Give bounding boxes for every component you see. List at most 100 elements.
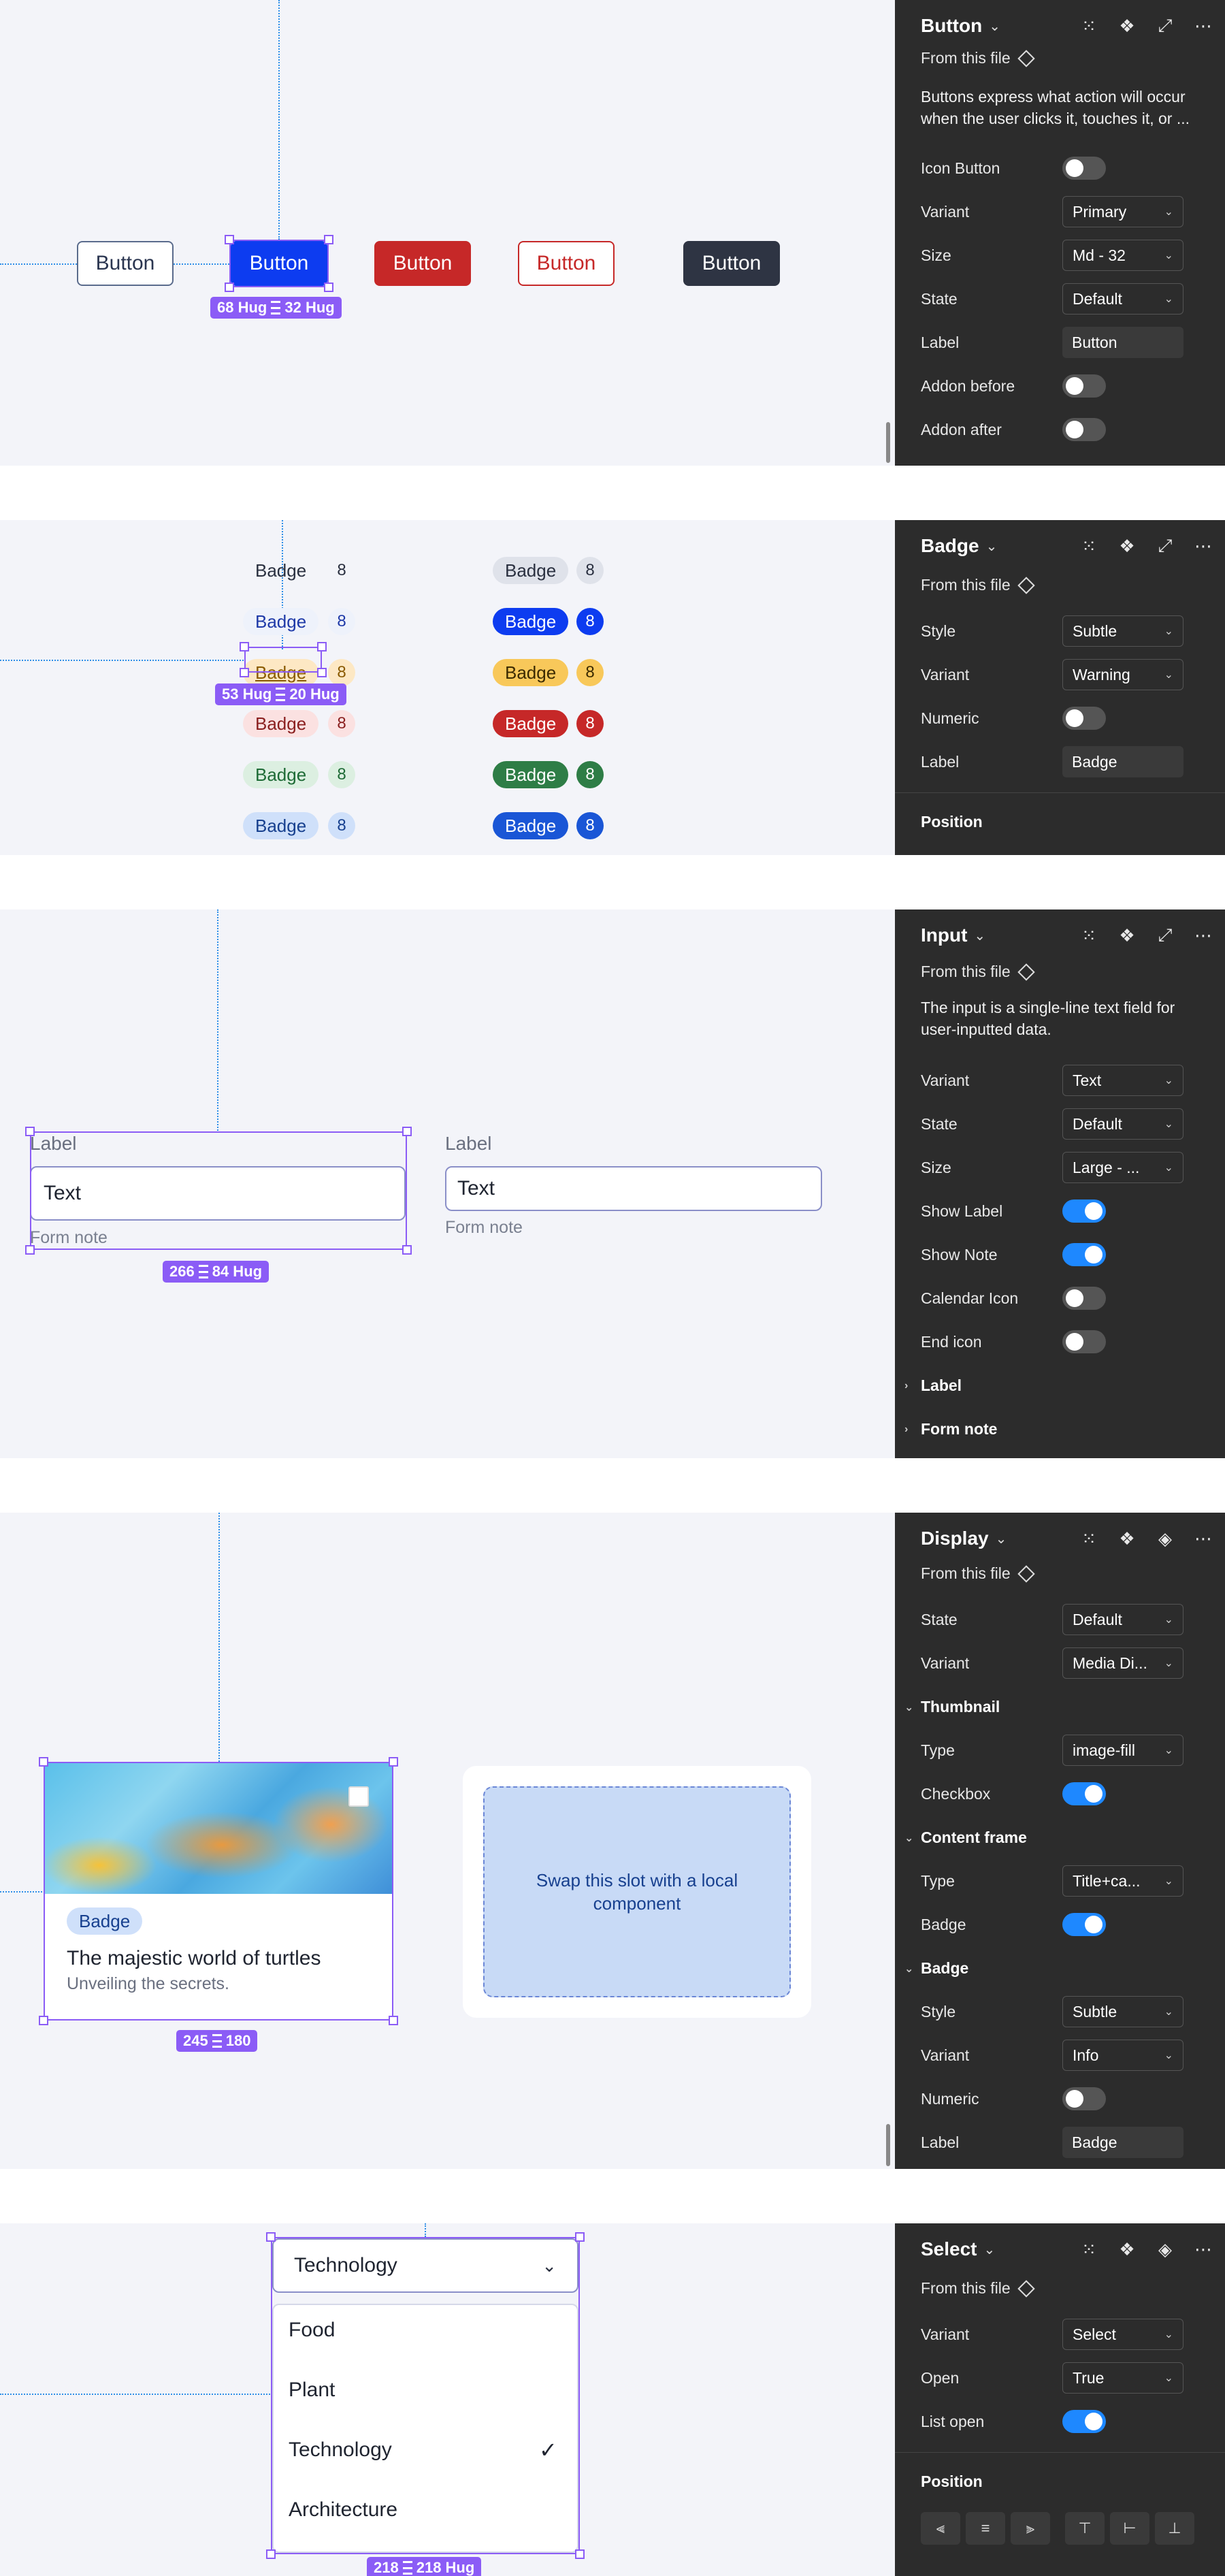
- state-dropdown[interactable]: Default ⌄: [1062, 283, 1183, 315]
- detach-icon[interactable]: ⤢: [1155, 535, 1175, 557]
- grid-icon[interactable]: ⁙: [1079, 1528, 1099, 1549]
- panel-title[interactable]: Badge: [921, 535, 979, 557]
- show-note-toggle[interactable]: [1062, 1243, 1106, 1266]
- resize-handle[interactable]: [389, 2016, 398, 2025]
- calendar-icon-toggle[interactable]: [1062, 1287, 1106, 1310]
- numeric-toggle[interactable]: [1062, 707, 1106, 730]
- chevron-down-icon[interactable]: ⌄: [986, 538, 998, 555]
- size-dropdown[interactable]: Large - ... ⌄: [1062, 1152, 1183, 1183]
- variant-dropdown[interactable]: Media Di... ⌄: [1062, 1647, 1183, 1679]
- instance-icon[interactable]: ◈: [1155, 1528, 1175, 1549]
- panel-title[interactable]: Select: [921, 2238, 977, 2260]
- resize-handle[interactable]: [39, 2016, 48, 2025]
- resize-handle[interactable]: [324, 283, 333, 292]
- text-input[interactable]: Text: [445, 1166, 822, 1211]
- more-icon[interactable]: ⋯: [1193, 2239, 1213, 2260]
- more-icon[interactable]: ⋯: [1193, 1528, 1213, 1549]
- form-note-section[interactable]: › Form note: [904, 1420, 997, 1438]
- list-open-toggle[interactable]: [1062, 2410, 1106, 2433]
- resize-handle[interactable]: [575, 2232, 585, 2242]
- align-top-icon[interactable]: ⊤: [1065, 2512, 1105, 2545]
- resize-handle[interactable]: [266, 2549, 276, 2559]
- align-right-icon[interactable]: ⫸: [1011, 2512, 1050, 2545]
- button-outline[interactable]: Button: [77, 241, 174, 286]
- resize-handle[interactable]: [317, 642, 327, 651]
- more-icon[interactable]: ⋯: [1193, 925, 1213, 946]
- detach-icon[interactable]: ⤢: [1155, 15, 1175, 37]
- badge-toggle[interactable]: [1062, 1913, 1106, 1936]
- chevron-down-icon[interactable]: ⌄: [989, 18, 1000, 35]
- position-section[interactable]: Position: [921, 813, 983, 831]
- grid-icon[interactable]: ⁙: [1079, 2239, 1099, 2260]
- label-text-field[interactable]: Badge: [1062, 2127, 1183, 2158]
- checkbox-toggle[interactable]: [1062, 1782, 1106, 1805]
- resize-handle[interactable]: [324, 235, 333, 244]
- component-icon[interactable]: ❖: [1117, 16, 1137, 37]
- more-icon[interactable]: ⋯: [1193, 536, 1213, 557]
- chevron-down-icon[interactable]: ⌄: [996, 1530, 1007, 1547]
- canvas-scrollbar[interactable]: [886, 422, 890, 463]
- style-dropdown[interactable]: Subtle ⌄: [1062, 1996, 1183, 2027]
- from-this-file[interactable]: From this file: [921, 1564, 1035, 1583]
- resize-handle[interactable]: [402, 1127, 412, 1136]
- instance-icon[interactable]: ◈: [1155, 2239, 1175, 2260]
- detach-icon[interactable]: ⤢: [1155, 924, 1175, 946]
- resize-handle[interactable]: [25, 1245, 35, 1255]
- label-section[interactable]: › Label: [904, 1376, 962, 1395]
- end-icon-toggle[interactable]: [1062, 1330, 1106, 1353]
- align-bottom-icon[interactable]: ⊥: [1155, 2512, 1194, 2545]
- resize-handle[interactable]: [39, 1757, 48, 1767]
- variant-dropdown[interactable]: Text ⌄: [1062, 1065, 1183, 1096]
- align-middle-icon[interactable]: ⊢: [1110, 2512, 1149, 2545]
- resize-handle[interactable]: [240, 668, 249, 677]
- addon-before-toggle[interactable]: [1062, 374, 1106, 398]
- state-dropdown[interactable]: Default ⌄: [1062, 1108, 1183, 1140]
- resize-handle[interactable]: [575, 2549, 585, 2559]
- panel-title[interactable]: Display: [921, 1528, 989, 1549]
- label-text-field[interactable]: Button: [1062, 327, 1183, 358]
- from-this-file[interactable]: From this file: [921, 2279, 1035, 2298]
- panel-title[interactable]: Button: [921, 15, 982, 37]
- style-dropdown[interactable]: Subtle ⌄: [1062, 615, 1183, 647]
- chevron-down-icon[interactable]: ⌄: [974, 927, 985, 944]
- resize-handle[interactable]: [389, 1757, 398, 1767]
- icon-button-toggle[interactable]: [1062, 157, 1106, 180]
- size-dropdown[interactable]: Md - 32 ⌄: [1062, 240, 1183, 271]
- thumbnail-section[interactable]: ⌄ Thumbnail: [904, 1698, 1000, 1716]
- type-dropdown[interactable]: image-fill ⌄: [1062, 1735, 1183, 1766]
- align-center-icon[interactable]: ≡: [966, 2512, 1005, 2545]
- type-dropdown[interactable]: Title+ca... ⌄: [1062, 1865, 1183, 1897]
- position-section[interactable]: Position: [921, 2473, 983, 2491]
- grid-icon[interactable]: ⁙: [1079, 16, 1099, 37]
- from-this-file[interactable]: From this file: [921, 576, 1035, 594]
- content-frame-section[interactable]: ⌄ Content frame: [904, 1829, 1027, 1847]
- slot-placeholder[interactable]: Swap this slot with a local component: [483, 1786, 791, 1997]
- open-dropdown[interactable]: True ⌄: [1062, 2362, 1183, 2394]
- button-danger[interactable]: Button: [374, 241, 471, 286]
- grid-icon[interactable]: ⁙: [1079, 536, 1099, 557]
- label-text-field[interactable]: Badge: [1062, 746, 1183, 777]
- show-label-toggle[interactable]: [1062, 1200, 1106, 1223]
- component-icon[interactable]: ❖: [1117, 1528, 1137, 1549]
- addon-after-toggle[interactable]: [1062, 418, 1106, 441]
- resize-handle[interactable]: [402, 1245, 412, 1255]
- component-icon[interactable]: ❖: [1117, 925, 1137, 946]
- from-this-file[interactable]: From this file: [921, 963, 1035, 981]
- more-icon[interactable]: ⋯: [1193, 16, 1213, 37]
- component-icon[interactable]: ❖: [1117, 536, 1137, 557]
- variant-dropdown[interactable]: Select ⌄: [1062, 2319, 1183, 2350]
- resize-handle[interactable]: [25, 1127, 35, 1136]
- grid-icon[interactable]: ⁙: [1079, 925, 1099, 946]
- resize-handle[interactable]: [225, 283, 234, 292]
- component-icon[interactable]: ❖: [1117, 2239, 1137, 2260]
- chevron-down-icon[interactable]: ⌄: [984, 2241, 996, 2258]
- variant-dropdown[interactable]: Primary ⌄: [1062, 196, 1183, 227]
- state-dropdown[interactable]: Default ⌄: [1062, 1604, 1183, 1635]
- resize-handle[interactable]: [240, 642, 249, 651]
- resize-handle[interactable]: [317, 668, 327, 677]
- variant-dropdown[interactable]: Warning ⌄: [1062, 659, 1183, 690]
- badge-section[interactable]: ⌄ Badge: [904, 1959, 968, 1978]
- variant-dropdown[interactable]: Info ⌄: [1062, 2040, 1183, 2071]
- from-this-file[interactable]: From this file: [921, 49, 1035, 67]
- resize-handle[interactable]: [266, 2232, 276, 2242]
